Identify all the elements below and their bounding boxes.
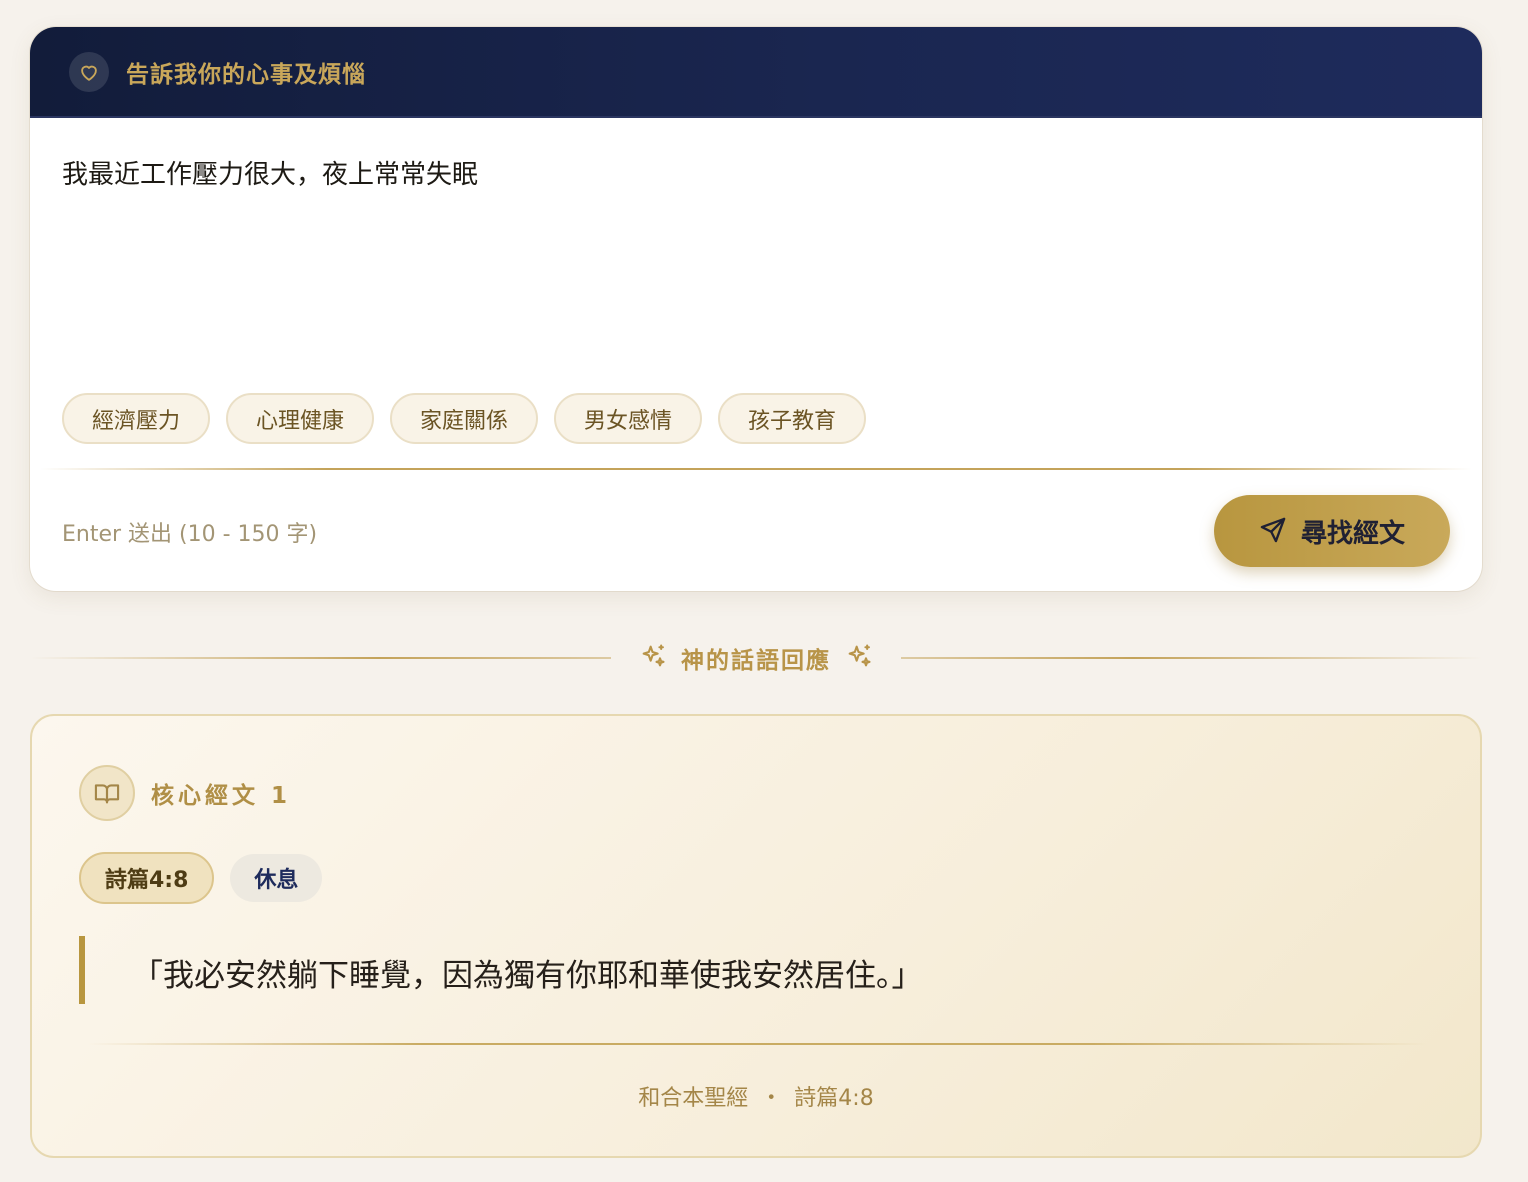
page: 告訴我你的心事及煩惱 我最近工作壓力很大，夜上常常失眠 經濟壓力 心理健康 家庭… (0, 0, 1528, 1182)
core-verse-header: 核心經文 1 (79, 765, 291, 821)
input-hint: Enter 送出 (10 - 150 字) (62, 522, 318, 547)
topic-tags: 經濟壓力 心理健康 家庭關係 男女感情 孩子教育 (62, 393, 866, 444)
source-book: 和合本聖經 (638, 1086, 749, 1111)
concern-input[interactable]: 我最近工作壓力很大，夜上常常失眠 (62, 155, 1442, 375)
card-divider (40, 468, 1472, 470)
source-reference: 詩篇4:8 (794, 1086, 874, 1111)
concern-input-card: 告訴我你的心事及煩惱 我最近工作壓力很大，夜上常常失眠 經濟壓力 心理健康 家庭… (30, 27, 1482, 591)
section-line-left (30, 657, 611, 659)
card-header: 告訴我你的心事及煩惱 (30, 27, 1482, 117)
tag-child-education[interactable]: 孩子教育 (718, 393, 866, 444)
header-rule (30, 116, 1482, 118)
find-verse-label: 尋找經文 (1300, 517, 1405, 548)
verse-text: 「我必安然躺下睡覺，因為獨有你耶和華使我安然居住。」 (132, 958, 923, 994)
verse-card: 核心經文 1 詩篇4:8 休息 「我必安然躺下睡覺，因為獨有你耶和華使我安然居住… (30, 714, 1482, 1158)
verse-theme-badge: 休息 (230, 854, 323, 902)
section-line-right (901, 657, 1482, 659)
sparkles-icon (639, 642, 667, 674)
book-icon (79, 765, 135, 821)
verse-badges: 詩篇4:8 休息 (79, 852, 323, 904)
source-separator: ・ (760, 1086, 783, 1111)
card-title: 告訴我你的心事及煩惱 (126, 62, 366, 88)
tag-financial-pressure[interactable]: 經濟壓力 (62, 393, 210, 444)
find-verse-button[interactable]: 尋找經文 (1214, 495, 1450, 567)
section-title: 神的話語回應 (681, 648, 831, 674)
core-verse-title: 核心經文 1 (151, 783, 292, 809)
send-icon (1259, 516, 1287, 547)
section-heading: 神的話語回應 (30, 636, 1482, 680)
sparkles-icon (845, 642, 873, 674)
tag-mental-health[interactable]: 心理健康 (226, 393, 374, 444)
quote-bar (79, 936, 85, 1004)
section-center: 神的話語回應 (611, 641, 901, 675)
tag-family-relations[interactable]: 家庭關係 (390, 393, 538, 444)
tag-romance[interactable]: 男女感情 (554, 393, 702, 444)
heart-icon (69, 52, 109, 92)
verse-reference-badge: 詩篇4:8 (79, 852, 215, 904)
verse-divider (88, 1043, 1428, 1045)
verse-source: 和合本聖經・詩篇4:8 (32, 1080, 1480, 1112)
